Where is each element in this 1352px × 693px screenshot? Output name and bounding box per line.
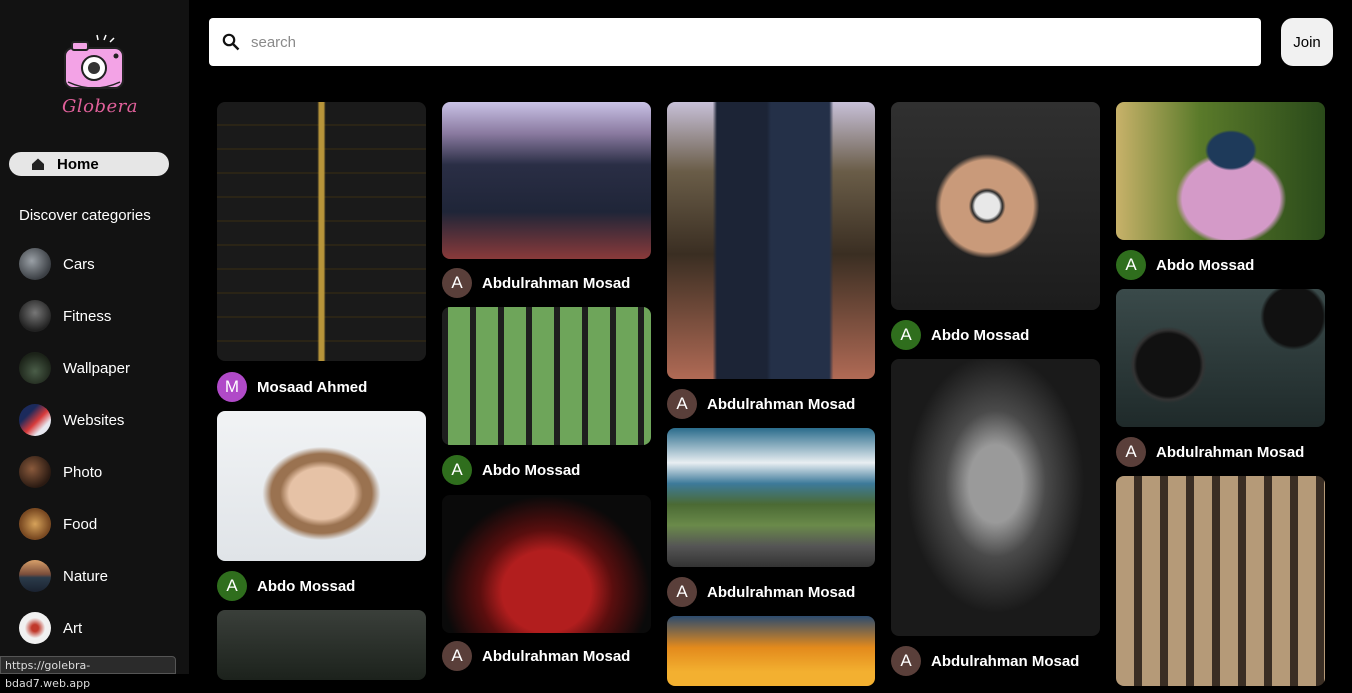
food-thumbnail (19, 508, 51, 540)
category-label: Nature (63, 567, 109, 585)
pin-image-orange-car[interactable] (667, 616, 875, 686)
app-logo-text: Globera (62, 96, 138, 117)
pin-author[interactable]: A Abdulrahman Mosad (667, 577, 855, 607)
user-avatar: A (891, 320, 921, 350)
search-bar[interactable] (209, 18, 1261, 66)
category-websites[interactable]: Websites (19, 404, 124, 436)
search-icon (222, 33, 240, 51)
join-button[interactable]: Join (1281, 18, 1333, 66)
pin-author[interactable]: A Abdulrahman Mosad (1116, 437, 1304, 467)
user-avatar: A (442, 455, 472, 485)
category-label: Websites (63, 411, 125, 429)
pin-author[interactable]: A Abdulrahman Mosad (442, 641, 630, 671)
user-avatar: A (1116, 437, 1146, 467)
home-icon (32, 158, 44, 170)
author-name: Abdo Mossad (257, 577, 356, 595)
pin-image-group-photo[interactable] (442, 102, 651, 259)
search-input[interactable] (249, 32, 1233, 52)
user-avatar: A (442, 268, 472, 298)
pin-image-watch[interactable] (891, 102, 1100, 310)
sidebar: Globera Home Discover categories Cars Fi… (0, 0, 189, 674)
pin-author[interactable]: M Mosaad Ahmed (217, 372, 367, 402)
pin-image-portrait-woman[interactable] (217, 411, 426, 561)
pin-image-bodybuilder[interactable] (891, 359, 1100, 636)
category-label: Wallpaper (63, 359, 130, 377)
pin-author[interactable]: A Abdo Mossad (217, 571, 355, 601)
author-name: Abdo Mossad (482, 461, 581, 479)
author-name: Abdulrahman Mosad (931, 652, 1080, 670)
fitness-thumbnail (19, 300, 51, 332)
author-name: Abdo Mossad (1156, 256, 1255, 274)
pin-author[interactable]: A Abdo Mossad (442, 455, 580, 485)
pin-image-car-interior[interactable] (442, 495, 651, 633)
discover-categories-heading: Discover categories (19, 207, 151, 224)
art-thumbnail (19, 612, 51, 644)
category-photo[interactable]: Photo (19, 456, 102, 488)
author-name: Abdulrahman Mosad (1156, 443, 1305, 461)
home-button[interactable]: Home (9, 152, 169, 176)
pin-author[interactable]: A Abdulrahman Mosad (667, 389, 855, 419)
pin-image-gym[interactable] (442, 307, 651, 445)
category-label: Food (63, 515, 98, 533)
pin-author[interactable]: A Abdo Mossad (891, 320, 1029, 350)
user-avatar: A (1116, 250, 1146, 280)
pin-image-woman-hat[interactable] (1116, 102, 1325, 240)
category-food[interactable]: Food (19, 508, 97, 540)
pin-image-barbell[interactable] (1116, 289, 1325, 427)
category-cars[interactable]: Cars (19, 248, 95, 280)
pin-author[interactable]: A Abdo Mossad (1116, 250, 1254, 280)
category-nature[interactable]: Nature (19, 560, 108, 592)
cars-thumbnail (19, 248, 51, 280)
pin-image-two-men[interactable] (667, 102, 875, 379)
pin-image-kaaba[interactable] (217, 102, 426, 361)
author-name: Abdulrahman Mosad (707, 583, 856, 601)
photo-thumbnail (19, 456, 51, 488)
nature-thumbnail (19, 560, 51, 592)
wallpaper-thumbnail (19, 352, 51, 384)
category-label: Cars (63, 255, 95, 273)
user-avatar: M (217, 372, 247, 402)
pin-image-street-building[interactable] (1116, 476, 1325, 686)
category-label: Art (63, 619, 83, 637)
author-name: Abdulrahman Mosad (482, 274, 631, 292)
author-name: Abdulrahman Mosad (707, 395, 856, 413)
user-avatar: A (667, 577, 697, 607)
user-avatar: A (217, 571, 247, 601)
category-wallpaper[interactable]: Wallpaper (19, 352, 130, 384)
websites-thumbnail (19, 404, 51, 436)
author-name: Mosaad Ahmed (257, 378, 368, 396)
pin-author[interactable]: A Abdulrahman Mosad (442, 268, 630, 298)
category-art[interactable]: Art (19, 612, 82, 644)
status-bar-url: https://golebra-bdad7.web.app (0, 656, 176, 690)
category-fitness[interactable]: Fitness (19, 300, 111, 332)
pin-image-forest[interactable] (217, 610, 426, 680)
category-label: Fitness (63, 307, 112, 325)
home-label: Home (57, 155, 99, 173)
author-name: Abdulrahman Mosad (482, 647, 631, 665)
pin-author[interactable]: A Abdulrahman Mosad (891, 646, 1079, 676)
user-avatar: A (891, 646, 921, 676)
category-label: Photo (63, 463, 103, 481)
user-avatar: A (667, 389, 697, 419)
author-name: Abdo Mossad (931, 326, 1030, 344)
pin-image-road-landscape[interactable] (667, 428, 875, 567)
user-avatar: A (442, 641, 472, 671)
